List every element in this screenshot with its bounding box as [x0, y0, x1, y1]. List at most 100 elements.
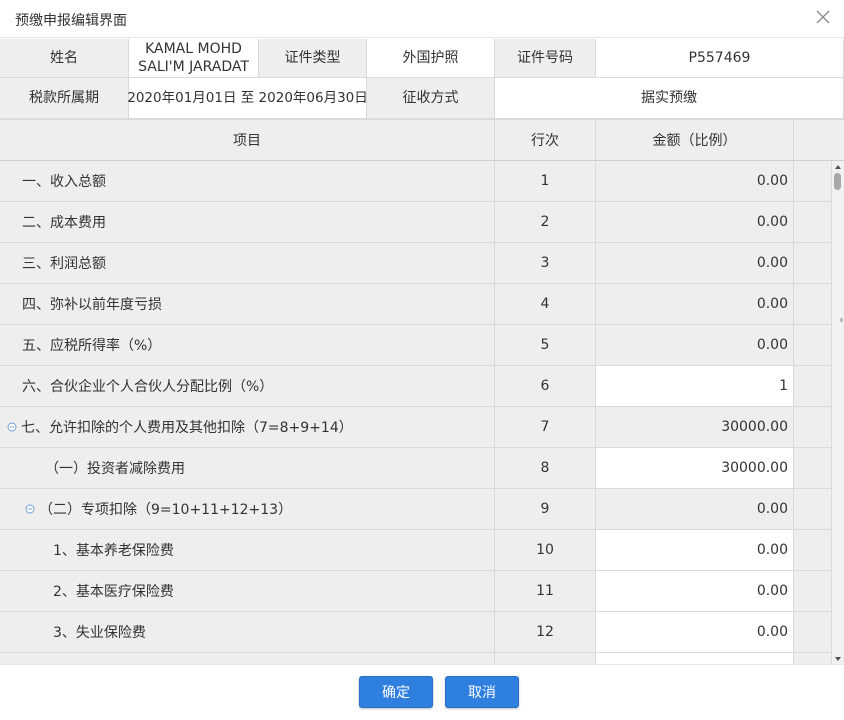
row-amount-input[interactable]: 0.00	[596, 530, 794, 571]
row-item-cell: 3、失业保险费	[0, 612, 495, 653]
row-item-label: 七、允许扣除的个人费用及其他扣除（7=8+9+14）	[21, 420, 353, 436]
table-row: 七、允许扣除的个人费用及其他扣除（7=8+9+14） 7 30000.00	[0, 407, 832, 448]
row-blank-cell	[794, 161, 832, 202]
row-blank-cell	[794, 366, 832, 407]
row-blank-cell	[794, 407, 832, 448]
row-item-cell: 六、合伙企业个人合伙人分配比例（%）	[0, 366, 495, 407]
id-type-value: 外国护照	[367, 39, 495, 78]
row-item-label: 四、弥补以前年度亏损	[22, 297, 162, 313]
row-amount-input[interactable]: 0.00	[596, 612, 794, 653]
row-blank-cell	[794, 489, 832, 530]
row-amount-value: 0.00	[596, 161, 794, 202]
header-line: 行次	[495, 120, 596, 161]
name-value: KAMAL MOHD SALI'M JARADAT	[129, 39, 259, 78]
declaration-table: 项目 行次 金额（比例） 一、收入总额 1 0.00 二、成本费用 2 0.00 三、利润总…	[0, 119, 844, 664]
row-amount-input[interactable]: 30000.00	[596, 448, 794, 489]
dialog-footer: 确定 取消	[0, 664, 844, 720]
header-amount: 金额（比例）	[596, 120, 794, 161]
collapse-toggle-icon[interactable]	[25, 504, 35, 514]
row-amount-input[interactable]: 1	[596, 366, 794, 407]
row-item-cell: （一）投资者减除费用	[0, 448, 495, 489]
row-item-cell: （二）专项扣除（9=10+11+12+13）	[0, 489, 495, 530]
row-item-label: 3、失业保险费	[53, 625, 146, 641]
row-blank-cell	[794, 530, 832, 571]
row-item-label: （二）专项扣除（9=10+11+12+13）	[39, 502, 293, 518]
row-blank-cell	[794, 284, 832, 325]
row-item-cell: 七、允许扣除的个人费用及其他扣除（7=8+9+14）	[0, 407, 495, 448]
row-item-cell: 2、基本医疗保险费	[0, 571, 495, 612]
row-item-label: 1、基本养老保险费	[53, 543, 174, 559]
row-blank-cell	[794, 612, 832, 653]
table-row: 五、应税所得率（%） 5 0.00	[0, 325, 832, 366]
taxpayer-info-grid: 姓名 KAMAL MOHD SALI'M JARADAT 证件类型 外国护照 证…	[0, 39, 844, 119]
table-row: 一、收入总额 1 0.00	[0, 161, 832, 202]
row-amount-input[interactable]	[596, 653, 794, 664]
period-label: 税款所属期	[0, 78, 129, 119]
close-icon[interactable]	[814, 8, 832, 26]
table-row: 二、成本费用 2 0.00	[0, 202, 832, 243]
row-line-number: 2	[495, 202, 596, 243]
row-item-label: 六、合伙企业个人合伙人分配比例（%）	[22, 379, 274, 395]
row-blank-cell	[794, 325, 832, 366]
method-value: 据实预缴	[495, 78, 844, 119]
scroll-up-arrow-icon[interactable]	[832, 161, 844, 173]
scroll-down-arrow-icon[interactable]	[832, 653, 844, 664]
row-amount-value: 30000.00	[596, 407, 794, 448]
row-item-label: 三、利润总额	[22, 256, 106, 272]
row-item-cell: 1、基本养老保险费	[0, 530, 495, 571]
id-number-label: 证件号码	[495, 39, 596, 78]
row-line-number: 11	[495, 571, 596, 612]
row-line-number: 5	[495, 325, 596, 366]
row-item-label: 二、成本费用	[22, 215, 106, 231]
row-amount-value: 0.00	[596, 284, 794, 325]
row-blank-cell	[794, 448, 832, 489]
row-item-cell: 二、成本费用	[0, 202, 495, 243]
row-item-label: （一）投资者减除费用	[45, 461, 185, 477]
row-line-number: 1	[495, 161, 596, 202]
id-type-label: 证件类型	[259, 39, 367, 78]
row-line-number: 12	[495, 612, 596, 653]
row-blank-cell	[794, 243, 832, 284]
scroll-thumb[interactable]	[834, 173, 841, 190]
table-row: 3、失业保险费 12 0.00	[0, 612, 832, 653]
table-row: （一）投资者减除费用 8 30000.00	[0, 448, 832, 489]
collapse-toggle-icon[interactable]	[7, 422, 17, 432]
row-amount-input[interactable]: 0.00	[596, 571, 794, 612]
row-item-label: 五、应税所得率（%）	[22, 338, 162, 354]
cancel-button[interactable]: 取消	[445, 676, 519, 708]
confirm-button[interactable]: 确定	[359, 676, 433, 708]
row-line-number: 8	[495, 448, 596, 489]
vertical-scrollbar[interactable]	[832, 161, 844, 664]
row-line-number: 10	[495, 530, 596, 571]
row-item-label: 2、基本医疗保险费	[53, 584, 174, 600]
header-item: 项目	[0, 120, 495, 161]
row-line-number: 6	[495, 366, 596, 407]
row-blank-cell	[794, 202, 832, 243]
row-item-cell	[0, 653, 495, 664]
period-value: 2020年01月01日 至 2020年06月30日	[127, 78, 368, 119]
row-line-number: 4	[495, 284, 596, 325]
table-row: 2、基本医疗保险费 11 0.00	[0, 571, 832, 612]
table-body: 一、收入总额 1 0.00 二、成本费用 2 0.00 三、利润总额 3 0.00 四、弥补以前年…	[0, 161, 832, 664]
row-line-number: 3	[495, 243, 596, 284]
id-number-value: P557469	[596, 39, 844, 78]
table-header: 项目 行次 金额（比例）	[0, 120, 844, 161]
table-row: 四、弥补以前年度亏损 4 0.00	[0, 284, 832, 325]
method-label: 征收方式	[367, 78, 495, 119]
row-line-number: 9	[495, 489, 596, 530]
resize-edge-marker	[840, 318, 843, 322]
row-amount-value: 0.00	[596, 325, 794, 366]
table-row: 六、合伙企业个人合伙人分配比例（%） 6 1	[0, 366, 832, 407]
row-amount-value: 0.00	[596, 243, 794, 284]
row-item-cell: 一、收入总额	[0, 161, 495, 202]
row-amount-value: 0.00	[596, 202, 794, 243]
row-blank-cell	[794, 653, 832, 664]
row-item-cell: 三、利润总额	[0, 243, 495, 284]
row-item-label: 一、收入总额	[22, 174, 106, 190]
name-label: 姓名	[0, 39, 129, 78]
row-line-number: 7	[495, 407, 596, 448]
row-line-number	[495, 653, 596, 664]
row-item-cell: 四、弥补以前年度亏损	[0, 284, 495, 325]
row-item-cell: 五、应税所得率（%）	[0, 325, 495, 366]
dialog-titlebar: 预缴申报编辑界面	[0, 0, 844, 38]
